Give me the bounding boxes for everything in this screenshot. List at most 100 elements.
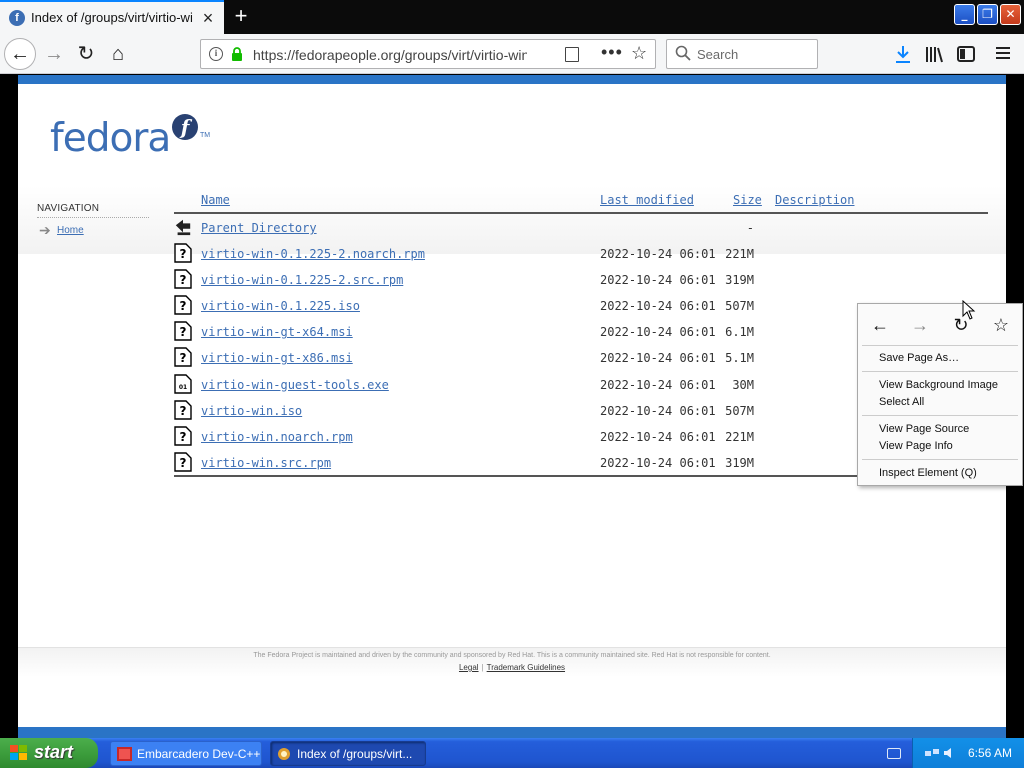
file-link[interactable]: virtio-win-gt-x86.msi (201, 351, 353, 365)
unknown-file-icon: ? (174, 347, 192, 368)
sort-by-description-link[interactable]: Description (775, 193, 854, 207)
url-bar[interactable]: i https://fedorapeople.org/groups/virt/v… (200, 39, 656, 69)
table-row: ? virtio-win-0.1.225-2.noarch.rpm 2022-10-… (174, 241, 988, 267)
save-page-as-item[interactable]: Save Page As… (879, 352, 959, 364)
context-back-icon[interactable]: ← (867, 312, 893, 338)
clock: 6:56 AM (968, 746, 1013, 760)
taskbar-item-devcpp[interactable]: Embarcadero Dev-C++ (110, 741, 262, 766)
parent-size: - (746, 221, 754, 235)
mouse-pointer-icon (962, 300, 976, 320)
file-size: 319M (725, 273, 754, 288)
table-row: ? virtio-win-0.1.225-2.src.rpm 2022-10-24 … (174, 267, 988, 293)
parent-directory-link[interactable]: Parent Directory (201, 221, 317, 235)
bookmark-star-icon[interactable]: ☆ (631, 43, 647, 64)
reader-view-icon[interactable] (565, 47, 579, 62)
file-link[interactable]: virtio-win.src.rpm (201, 456, 331, 470)
inspect-element-item[interactable]: Inspect Element (Q) (879, 467, 977, 479)
site-info-icon[interactable]: i (209, 47, 223, 61)
unknown-file-icon: ? (174, 321, 192, 341)
file-size: 319M (725, 455, 754, 470)
start-button[interactable]: start (0, 738, 98, 768)
trademark-guidelines-link[interactable]: Trademark Guidelines (487, 663, 565, 672)
footer-links: Legal | Trademark Guidelines (18, 663, 1006, 672)
windows-taskbar: start Embarcadero Dev-C++ Index of /grou… (0, 738, 1024, 768)
window-restore-button[interactable]: ❐ (977, 4, 998, 25)
context-forward-icon[interactable]: → (907, 312, 933, 338)
logo-wordmark: fedora (50, 116, 171, 161)
home-button[interactable]: ⌂ (102, 38, 134, 70)
browser-app-icon (278, 748, 290, 760)
navigation-heading: NAVIGATION (37, 203, 149, 218)
hamburger-menu-icon[interactable] (994, 44, 1016, 66)
context-bookmark-icon[interactable]: ☆ (988, 312, 1014, 338)
footer-legal-text: The Fedora Project is maintained and dri… (253, 652, 771, 659)
legal-link[interactable]: Legal (459, 663, 479, 672)
svg-text:?: ? (180, 299, 187, 313)
file-link[interactable]: virtio-win-0.1.225-2.noarch.rpm (201, 247, 425, 261)
windows-logo-icon (10, 745, 27, 760)
new-tab-button[interactable]: + (228, 2, 254, 30)
file-link[interactable]: virtio-win-0.1.225-2.src.rpm (201, 273, 403, 287)
back-button[interactable]: ← (4, 38, 36, 70)
taskbar-item-browser[interactable]: Index of /groups/virt... (270, 741, 426, 766)
fedora-logo[interactable]: fedora f TM (50, 114, 220, 174)
fedora-favicon-icon: f (9, 10, 25, 26)
sidebar-toggle-icon[interactable] (956, 44, 978, 66)
volume-icon[interactable] (943, 747, 957, 759)
unknown-file-icon: ? (174, 243, 192, 263)
page-actions-icon[interactable]: ••• (601, 42, 623, 63)
unknown-file-icon: ? (174, 269, 192, 289)
view-page-source-item[interactable]: View Page Source (879, 423, 969, 435)
window-minimize-button[interactable]: _ (954, 4, 975, 25)
parent-directory-row: Parent Directory - (174, 215, 988, 241)
binary-file-icon: 01 (174, 373, 192, 394)
forward-button[interactable]: → (38, 38, 70, 70)
system-tray: 6:56 AM (912, 738, 1024, 768)
view-page-info-item[interactable]: View Page Info (879, 440, 953, 452)
file-size: 221M (725, 247, 754, 261)
keyboard-layout-icon[interactable] (887, 748, 901, 759)
trademark-symbol: TM (200, 132, 211, 139)
file-link[interactable]: virtio-win.iso (201, 404, 302, 418)
arrow-right-icon: ➔ (39, 222, 51, 238)
svg-text:?: ? (180, 247, 187, 261)
svg-text:?: ? (180, 456, 187, 470)
search-input[interactable]: Search (666, 39, 818, 69)
file-link[interactable]: virtio-win-0.1.225.iso (201, 299, 360, 313)
tab-active[interactable]: f Index of /groups/virt/virtio-win/direc… (0, 0, 224, 34)
select-all-item[interactable]: Select All (879, 396, 924, 408)
svg-text:?: ? (180, 351, 187, 365)
reload-button[interactable]: ↻ (70, 38, 102, 70)
file-link[interactable]: virtio-win-gt-x64.msi (201, 325, 353, 339)
unknown-file-icon: ? (174, 452, 192, 472)
unknown-file-icon: ? (174, 295, 192, 315)
sort-by-name-link[interactable]: Name (201, 193, 230, 207)
network-icon[interactable] (925, 747, 939, 759)
window-close-button[interactable]: ✕ (1000, 4, 1021, 25)
file-link[interactable]: virtio-win.noarch.rpm (201, 430, 353, 444)
home-link-label: Home (57, 225, 84, 236)
lock-icon (232, 47, 242, 61)
url-text[interactable]: https://fedorapeople.org/groups/virt/vir… (253, 46, 527, 64)
svg-text:?: ? (180, 430, 187, 444)
taskbar-item-label: Embarcadero Dev-C++ (137, 747, 261, 761)
file-link[interactable]: virtio-win-guest-tools.exe (201, 378, 389, 392)
view-background-image-item[interactable]: View Background Image (879, 379, 998, 391)
file-size: 30M (732, 377, 754, 392)
tab-close-icon[interactable]: × (198, 8, 218, 28)
devcpp-app-icon (117, 747, 132, 761)
menu-separator (862, 345, 1018, 346)
svg-text:?: ? (180, 404, 187, 418)
unknown-file-icon: ? (174, 399, 192, 420)
file-size: 507M (725, 403, 754, 418)
menu-separator (862, 415, 1018, 416)
file-size: 507M (725, 299, 754, 314)
sort-by-modified-link[interactable]: Last modified (600, 193, 694, 207)
search-icon (675, 45, 691, 61)
library-icon[interactable] (924, 44, 946, 66)
unknown-file-icon: ? (174, 425, 192, 446)
file-size: 5.1M (725, 351, 754, 366)
downloads-icon[interactable] (892, 44, 914, 66)
page-top-bar (18, 75, 1006, 84)
home-link[interactable]: ➔ Home (37, 222, 149, 238)
